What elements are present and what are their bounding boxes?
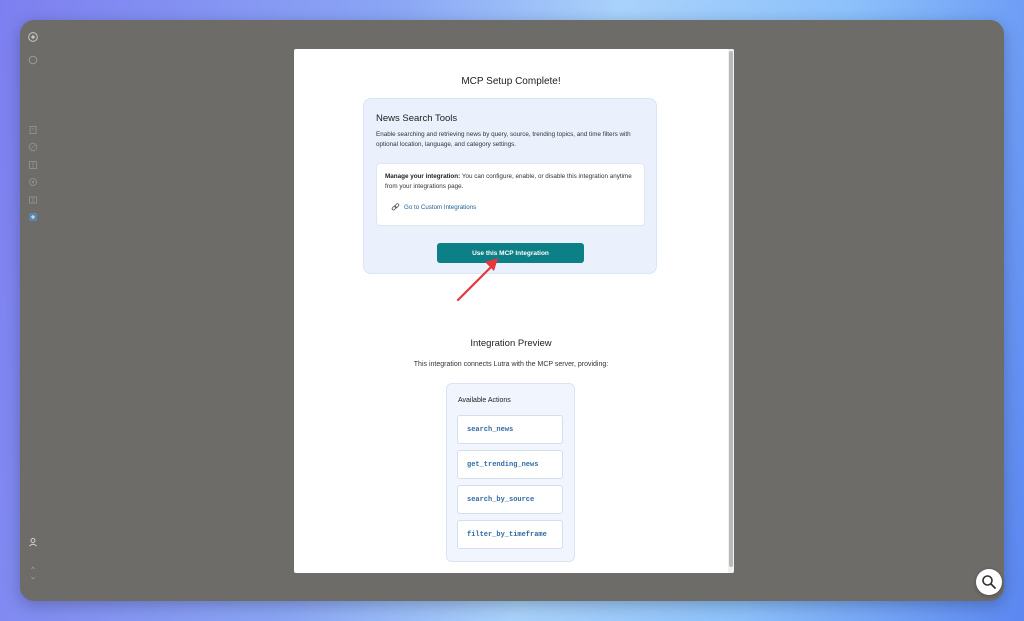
- chevron-up-icon[interactable]: [28, 563, 38, 573]
- available-actions-card: Available Actions search_news get_trendi…: [446, 383, 575, 562]
- magnifier-icon: [982, 575, 996, 589]
- compass-icon[interactable]: [28, 142, 38, 152]
- grid-icon[interactable]: [28, 160, 38, 170]
- scrollbar-thumb[interactable]: [729, 51, 733, 567]
- manage-integration-box: Manage your integration: You can configu…: [376, 163, 645, 226]
- new-chat-icon[interactable]: [28, 55, 38, 65]
- setup-complete-modal: MCP Setup Complete! News Search Tools En…: [294, 49, 734, 573]
- integrations-icon[interactable]: [28, 212, 38, 222]
- red-arrow-icon: [456, 258, 498, 302]
- modal-title: MCP Setup Complete!: [461, 76, 561, 87]
- logo-icon[interactable]: [27, 31, 39, 43]
- modal-scrollbar[interactable]: [728, 49, 734, 573]
- tool-title: News Search Tools: [376, 113, 458, 124]
- user-icon[interactable]: [28, 537, 38, 547]
- zoom-button[interactable]: [976, 569, 1002, 595]
- app-window: MCP Setup Complete! News Search Tools En…: [20, 20, 1004, 601]
- manage-label: Manage your integration:: [385, 173, 461, 180]
- action-filter-by-timeframe: filter_by_timeframe: [457, 520, 563, 549]
- book-icon[interactable]: [28, 195, 38, 205]
- link-icon: [391, 203, 400, 211]
- preview-subtitle: This integration connects Lutra with the…: [413, 361, 609, 368]
- settings-icon[interactable]: [28, 177, 38, 187]
- document-icon[interactable]: [28, 125, 38, 135]
- action-search-by-source: search_by_source: [457, 485, 563, 514]
- actions-title: Available Actions: [458, 397, 511, 404]
- preview-title: Integration Preview: [470, 338, 552, 349]
- custom-integrations-link[interactable]: Go to Custom Integrations: [391, 203, 476, 212]
- action-get-trending-news: get_trending_news: [457, 450, 563, 479]
- tool-description: Enable searching and retrieving news by …: [376, 131, 631, 148]
- sidebar: [20, 20, 46, 601]
- tool-card: News Search Tools Enable searching and r…: [363, 98, 657, 274]
- chevron-down-icon[interactable]: [28, 573, 38, 583]
- manage-text: Manage your integration: You can configu…: [385, 172, 635, 192]
- link-label: Go to Custom Integrations: [404, 204, 477, 211]
- action-search-news: search_news: [457, 415, 563, 444]
